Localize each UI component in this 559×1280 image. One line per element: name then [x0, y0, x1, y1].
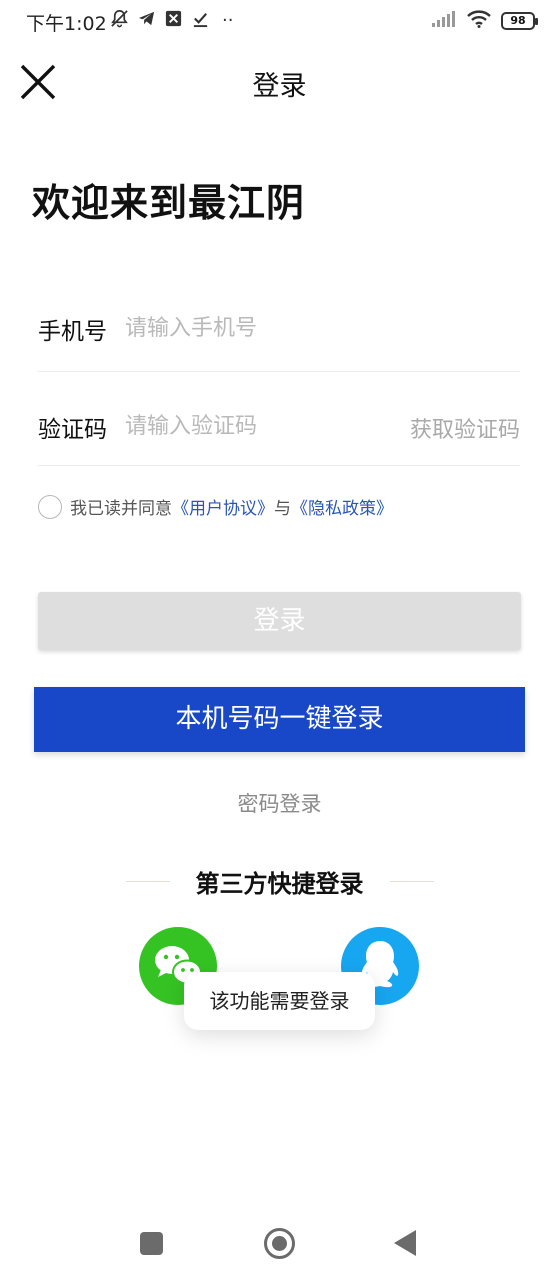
app-notification-icon: [164, 9, 183, 32]
phone-row: 手机号: [38, 306, 520, 372]
back-icon[interactable]: [394, 1230, 416, 1256]
get-code-button[interactable]: 获取验证码: [410, 412, 520, 444]
page-title: 登录: [252, 71, 307, 102]
code-input[interactable]: [125, 408, 395, 444]
divider-right: [389, 881, 434, 882]
mute-bell-icon: [110, 9, 129, 32]
notification-icons: ··: [110, 9, 233, 31]
recent-apps-icon[interactable]: [140, 1232, 163, 1255]
phone-label: 手机号: [38, 319, 107, 345]
telegram-icon: [137, 9, 156, 32]
status-bar: 下午1:02 ·· 98: [0, 0, 559, 42]
signal-icon: [431, 10, 457, 32]
one-key-login-button[interactable]: 本机号码一键登录: [34, 687, 525, 752]
phone-input[interactable]: [125, 310, 395, 346]
divider-left: [125, 881, 170, 882]
agreement-prefix: 我已读并同意: [70, 499, 172, 519]
agreement: 我已读并同意 《用户协议》 与 《隐私政策》: [38, 494, 393, 519]
home-icon[interactable]: [264, 1228, 295, 1259]
system-icons: 98: [431, 10, 538, 32]
status-time: 下午1:02: [26, 13, 107, 35]
welcome-heading: 欢迎来到最江阴: [32, 181, 306, 225]
code-label: 验证码: [38, 417, 107, 443]
privacy-policy-link[interactable]: 《隐私政策》: [291, 494, 393, 519]
battery-icon: 98: [501, 12, 538, 30]
code-row: 验证码 获取验证码: [38, 404, 520, 466]
user-agreement-link[interactable]: 《用户协议》: [172, 494, 274, 519]
login-button[interactable]: 登录: [38, 592, 521, 650]
agreement-and: 与: [274, 499, 291, 519]
download-done-icon: [191, 9, 210, 32]
more-notifications-icon: ··: [222, 9, 234, 31]
password-login-link[interactable]: 密码登录: [0, 788, 559, 818]
navigation-bar: [0, 1210, 559, 1280]
toast-message: 该功能需要登录: [184, 972, 375, 1030]
third-party-title: 第三方快捷登录: [195, 870, 364, 898]
third-party-section: 第三方快捷登录: [0, 864, 559, 899]
wifi-icon: [467, 10, 491, 32]
agreement-checkbox[interactable]: [38, 494, 62, 519]
